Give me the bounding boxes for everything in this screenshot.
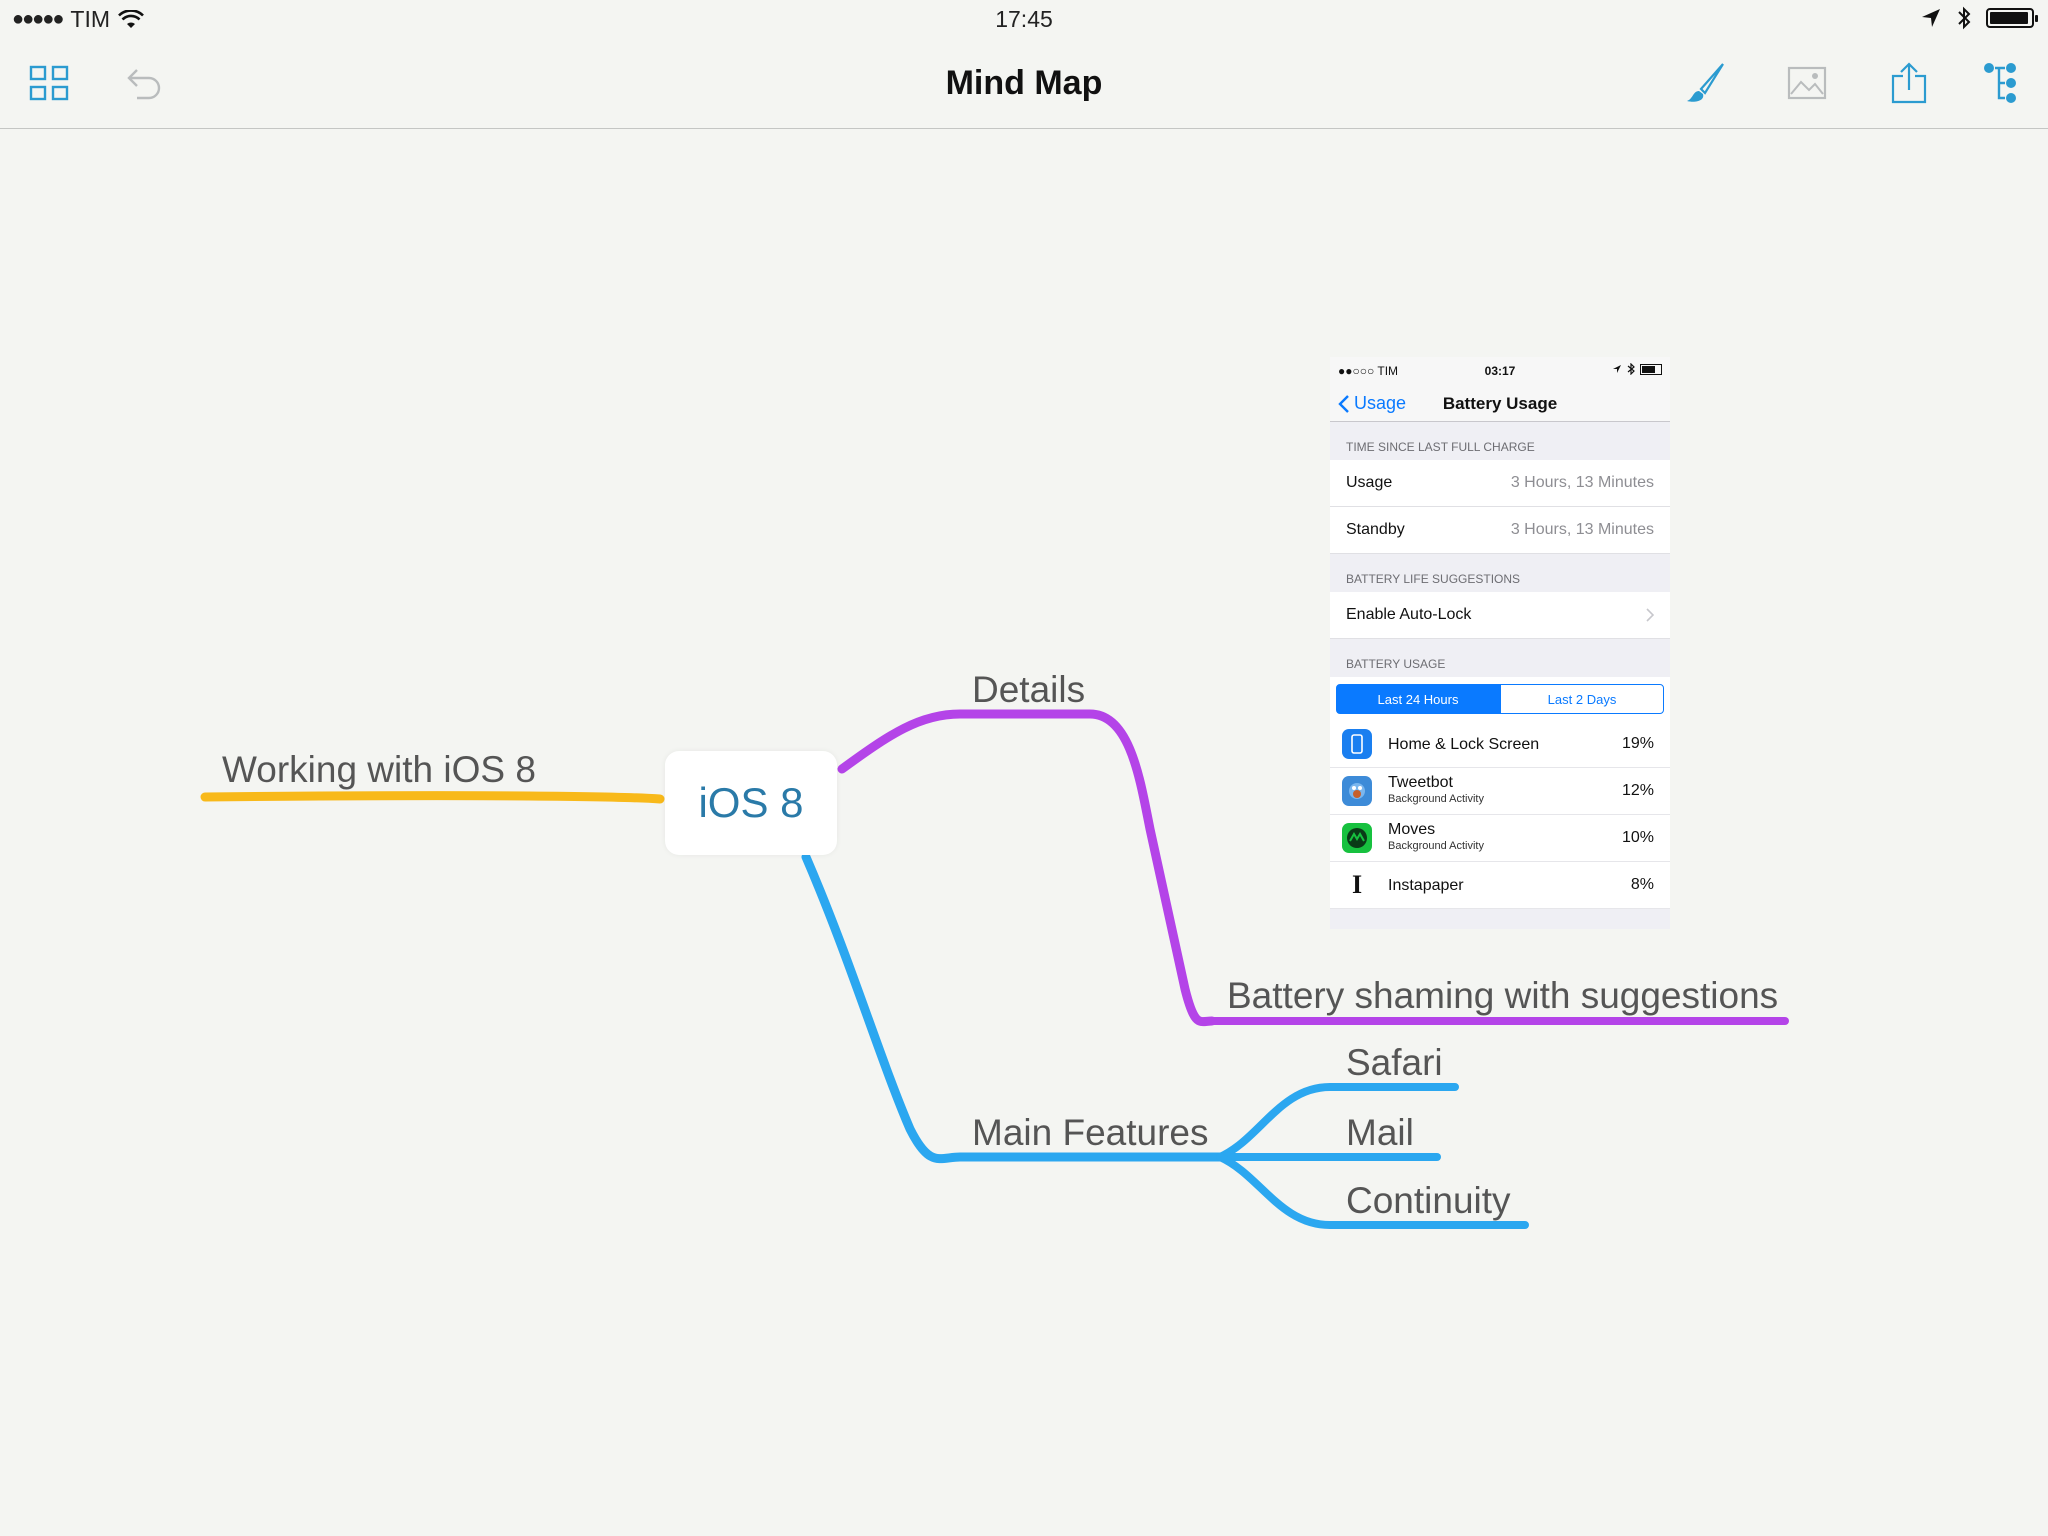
status-right: [1920, 6, 2038, 30]
node-battery-shaming[interactable]: Battery shaming with suggestions: [1227, 975, 1778, 1017]
image-icon: [1787, 66, 1827, 100]
shot-app-name: Instapaper: [1388, 876, 1464, 894]
status-time: 17:45: [995, 6, 1053, 32]
node-main-features[interactable]: Main Features: [972, 1112, 1209, 1154]
shot-standby-row: Standby 3 Hours, 13 Minutes: [1330, 507, 1670, 554]
image-button[interactable]: [1780, 56, 1834, 110]
shot-usage-label: Usage: [1346, 474, 1393, 491]
share-button[interactable]: [1882, 56, 1936, 110]
shot-section-usage: BATTERY USAGE: [1346, 657, 1446, 671]
shot-app-sub: Background Activity: [1388, 840, 1484, 852]
shot-status-bar: ●●○○○ TIM 03:17: [1330, 357, 1670, 385]
shot-standby-value: 3 Hours, 13 Minutes: [1510, 521, 1654, 538]
shot-app-list: Home & Lock Screen 19% Tweetbot Backgrou…: [1330, 721, 1670, 909]
shot-app-name: Home & Lock Screen: [1388, 735, 1540, 753]
node-details[interactable]: Details: [972, 669, 1085, 711]
share-icon: [1891, 62, 1927, 104]
moves-icon: [1342, 823, 1372, 853]
shot-app-row: Tweetbot Background Activity 12%: [1330, 768, 1670, 815]
battery-icon: [1986, 8, 2038, 28]
link-safari: [1216, 1083, 1459, 1161]
node-working-with-ios8[interactable]: Working with iOS 8: [222, 749, 536, 791]
shot-usage-value: 3 Hours, 13 Minutes: [1510, 474, 1654, 491]
node-continuity[interactable]: Continuity: [1346, 1180, 1511, 1222]
link-working-with-ios8: [200, 791, 665, 804]
shot-app-row: Moves Background Activity 10%: [1330, 815, 1670, 862]
shot-app-pct: 12%: [1621, 782, 1654, 799]
shot-usage-row: Usage 3 Hours, 13 Minutes: [1330, 460, 1670, 507]
mind-map-links: [200, 709, 1789, 1229]
outline-button[interactable]: [1974, 56, 2028, 110]
outline-icon: [1984, 63, 2016, 103]
shot-segmented-control: Last 24 Hours Last 2 Days: [1330, 677, 1670, 721]
page-title: Mind Map: [945, 64, 1103, 102]
mind-map-canvas[interactable]: Working with iOS 8 iOS 8 Details Battery…: [0, 129, 2048, 1536]
shot-app-pct: 19%: [1621, 735, 1654, 752]
bluetooth-icon: [1958, 6, 1971, 30]
shot-app-pct: 8%: [1630, 876, 1654, 893]
navigation-bar: Mind Map: [0, 40, 2048, 129]
shot-app-name: Moves Background Activity: [1388, 821, 1484, 855]
shot-bluetooth-icon: [1627, 363, 1635, 375]
shot-segment-24h: Last 24 Hours: [1336, 684, 1500, 714]
shot-title: Battery Usage: [1442, 394, 1558, 413]
shot-section-suggestions: BATTERY LIFE SUGGESTIONS: [1346, 572, 1521, 586]
shot-app-row: I Instapaper 8%: [1330, 862, 1670, 909]
shot-standby-label: Standby: [1346, 521, 1405, 538]
node-safari[interactable]: Safari: [1346, 1042, 1443, 1084]
shot-app-row: Home & Lock Screen 19%: [1330, 721, 1670, 768]
link-details: [837, 709, 1217, 1027]
shot-status-icons: [1612, 363, 1662, 375]
location-icon: [1922, 9, 1940, 27]
shot-location-icon: [1613, 365, 1621, 373]
instapaper-icon: I: [1342, 870, 1372, 900]
brush-icon: [1687, 63, 1724, 102]
node-mail[interactable]: Mail: [1346, 1112, 1414, 1154]
chevron-right-icon: [1646, 608, 1654, 622]
shot-section-time: TIME SINCE LAST FULL CHARGE: [1346, 440, 1535, 454]
tweetbot-icon: [1342, 776, 1372, 806]
shot-segment-2d: Last 2 Days: [1500, 684, 1664, 714]
style-button[interactable]: [1678, 56, 1732, 110]
shot-app-name: Tweetbot Background Activity: [1388, 774, 1484, 808]
shot-nav-bar: Usage Battery Usage: [1330, 385, 1670, 422]
shot-suggestion-row: Enable Auto-Lock: [1330, 592, 1670, 639]
home-lock-icon: [1342, 729, 1372, 759]
shot-app-pct: 10%: [1621, 829, 1654, 846]
root-node[interactable]: iOS 8: [665, 751, 837, 855]
shot-app-sub: Background Activity: [1388, 793, 1484, 805]
embedded-screenshot[interactable]: ●●○○○ TIM 03:17 Usage Battery Usage TIME…: [1330, 357, 1670, 929]
shot-battery-icon: [1640, 363, 1662, 375]
status-bar: ●●●●● TIM 17:45: [0, 0, 2048, 40]
shot-suggestion-label: Enable Auto-Lock: [1346, 606, 1472, 623]
